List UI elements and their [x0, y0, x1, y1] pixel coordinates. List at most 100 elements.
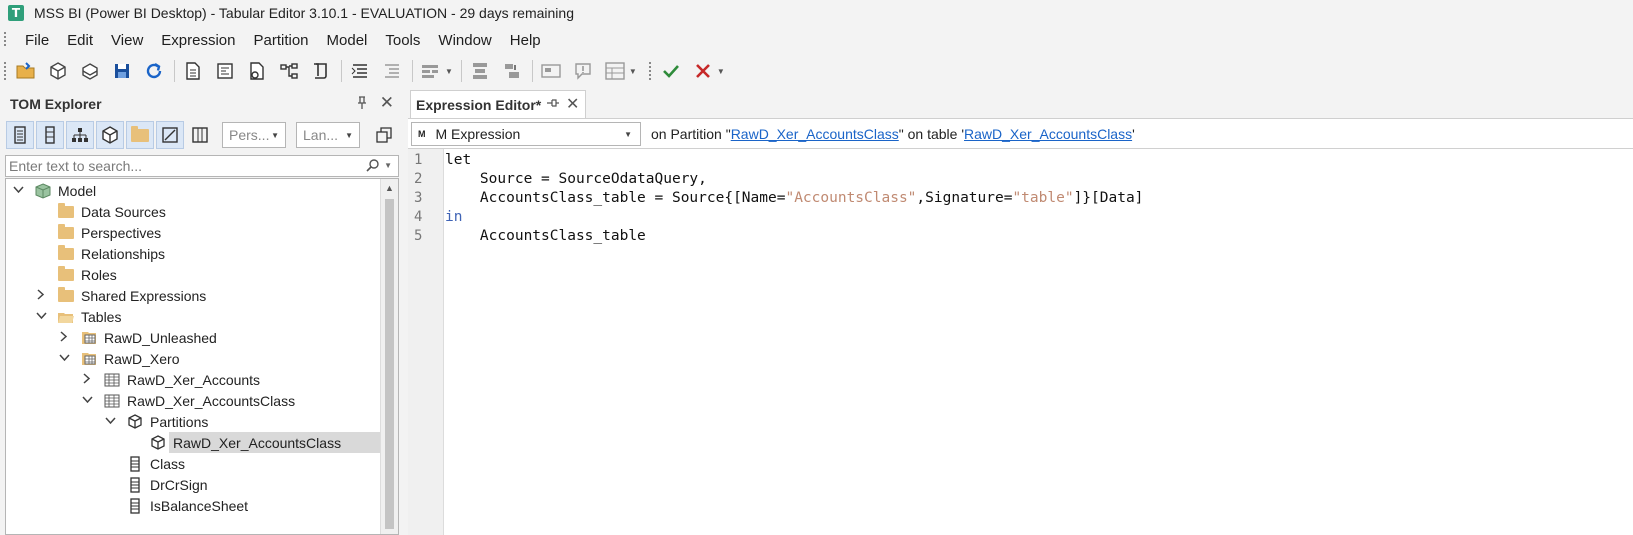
toolbar-grip-icon[interactable] — [648, 62, 651, 80]
menu-grip-icon[interactable] — [4, 32, 6, 48]
tree-item[interactable]: Perspectives — [35, 222, 161, 243]
language-select[interactable]: Lan... ▼ — [296, 122, 360, 148]
line-number: 3 — [414, 190, 423, 206]
tree-item[interactable]: RawD_Unleashed — [58, 327, 217, 348]
close-icon[interactable]: ✕ — [566, 94, 579, 114]
cancel-icon[interactable] — [691, 59, 715, 83]
perspective-select[interactable]: Pers... ▼ — [222, 122, 286, 148]
table-link[interactable]: RawD_Xer_AccountsClass — [964, 126, 1132, 142]
preview-icon[interactable] — [539, 59, 563, 83]
tree-item[interactable]: Relationships — [35, 243, 165, 264]
tree-item[interactable]: IsBalanceSheet — [104, 495, 248, 516]
new-pivot-icon[interactable] — [245, 59, 269, 83]
tree-item[interactable]: RawD_Xer_Accounts — [81, 369, 260, 390]
pin-icon[interactable] — [546, 98, 560, 111]
language-placeholder: Lan... — [303, 127, 339, 143]
new-document-icon[interactable] — [181, 59, 205, 83]
tree-item[interactable]: RawD_Xer_AccountsClass — [127, 432, 345, 453]
scroll-up-icon[interactable]: ▲ — [385, 183, 394, 193]
show-columns-icon[interactable] — [36, 121, 64, 149]
info-middle: " on table ' — [898, 126, 965, 142]
tree-item[interactable]: Tables — [35, 306, 121, 327]
toolbar-separator — [460, 60, 462, 82]
expression-type-select[interactable]: M M Expression ▼ — [411, 122, 641, 146]
code-line: AccountsClass_table = Source{[Name="Acco… — [445, 190, 1144, 206]
show-display-folders-icon[interactable] — [126, 121, 154, 149]
tree-item[interactable]: Data Sources — [35, 201, 166, 222]
pin-icon[interactable] — [356, 96, 368, 112]
partition-link[interactable]: RawD_Xer_AccountsClass — [731, 126, 899, 142]
tab-title: Expression Editor* — [416, 96, 542, 113]
tab-expression-editor[interactable]: Expression Editor* ✕ — [410, 90, 586, 118]
menu-tools[interactable]: Tools — [376, 28, 429, 52]
show-measures-icon[interactable] — [6, 121, 34, 149]
line-number: 1 — [414, 152, 423, 168]
code-line: Source = SourceOdataQuery, — [445, 171, 707, 187]
save-icon[interactable] — [110, 59, 134, 83]
chevron-down-icon[interactable] — [35, 311, 47, 323]
chevron-down-icon[interactable] — [104, 416, 116, 428]
tree-item[interactable]: Shared Expressions — [35, 285, 206, 306]
tree-item[interactable]: Model — [12, 180, 96, 201]
chevron-down-icon[interactable] — [58, 353, 70, 365]
chevron-right-icon[interactable] — [35, 288, 47, 303]
align-icon[interactable] — [419, 59, 443, 83]
show-hierarchies-icon[interactable] — [66, 121, 94, 149]
menu-help[interactable]: Help — [501, 28, 550, 52]
menu-window[interactable]: Window — [429, 28, 500, 52]
menu-model[interactable]: Model — [318, 28, 377, 52]
chevron-down-icon[interactable] — [12, 185, 24, 197]
new-script-icon[interactable] — [309, 59, 333, 83]
tree-item[interactable]: Roles — [35, 264, 117, 285]
grid-icon[interactable] — [603, 59, 627, 83]
deploy-icon[interactable] — [78, 59, 102, 83]
open-folder-icon[interactable] — [14, 59, 38, 83]
refresh-icon[interactable] — [142, 59, 166, 83]
search-icon[interactable] — [366, 158, 380, 175]
code-string: "table" — [1012, 190, 1074, 206]
menu-edit[interactable]: Edit — [58, 28, 102, 52]
new-dax-query-icon[interactable] — [213, 59, 237, 83]
show-all-columns-icon[interactable] — [186, 121, 214, 149]
tree-item[interactable]: Partitions — [104, 411, 208, 432]
show-hidden-icon[interactable] — [156, 121, 184, 149]
menu-file[interactable]: File — [16, 28, 58, 52]
menu-partition[interactable]: Partition — [244, 28, 317, 52]
grid-dropdown-arrow-icon[interactable]: ▼ — [629, 67, 637, 76]
tree-item[interactable]: RawD_Xer_AccountsClass — [81, 390, 295, 411]
comment-icon[interactable] — [380, 59, 404, 83]
format-icon[interactable] — [348, 59, 372, 83]
align-dropdown-arrow-icon[interactable]: ▼ — [445, 67, 453, 76]
tooltip-icon[interactable] — [571, 59, 595, 83]
tom-search-input[interactable]: Enter text to search... ▼ — [5, 155, 399, 177]
chevron-right-icon[interactable] — [58, 330, 70, 345]
move-icon[interactable] — [500, 59, 524, 83]
partition-icon — [149, 434, 167, 451]
panel-splitter[interactable] — [400, 90, 408, 535]
tree-item[interactable]: RawD_Xero — [58, 348, 179, 369]
new-diagram-icon[interactable] — [277, 59, 301, 83]
chevron-down-icon[interactable] — [81, 395, 93, 407]
toolbar-separator — [341, 60, 342, 82]
collapse-all-icon[interactable] — [370, 121, 398, 149]
partitions-icon — [126, 413, 144, 430]
expression-editor-body: M M Expression ▼ on Partition "RawD_Xer_… — [408, 118, 1633, 535]
cancel-dropdown-arrow-icon[interactable]: ▼ — [717, 67, 725, 76]
scroll-thumb[interactable] — [385, 199, 394, 529]
tree-scrollbar[interactable]: ▲ — [380, 179, 398, 534]
menu-expression[interactable]: Expression — [152, 28, 244, 52]
chevron-right-icon[interactable] — [81, 372, 93, 387]
code-editor[interactable]: 1 2 3 4 5 let Source = SourceOdataQuery,… — [408, 148, 1633, 535]
chevron-down-icon: ▼ — [345, 130, 353, 140]
menu-view[interactable]: View — [102, 28, 152, 52]
tree-item[interactable]: Class — [104, 453, 185, 474]
split-icon[interactable] — [468, 59, 492, 83]
info-prefix: on Partition " — [651, 126, 731, 142]
show-partitions-icon[interactable] — [96, 121, 124, 149]
tree-item[interactable]: DrCrSign — [104, 474, 208, 495]
apply-icon[interactable] — [659, 59, 683, 83]
search-options-chevron-icon[interactable]: ▼ — [384, 161, 392, 170]
toolbar-grip-icon[interactable] — [4, 62, 6, 80]
close-icon[interactable]: ✕ — [380, 93, 394, 113]
new-model-icon[interactable] — [46, 59, 70, 83]
